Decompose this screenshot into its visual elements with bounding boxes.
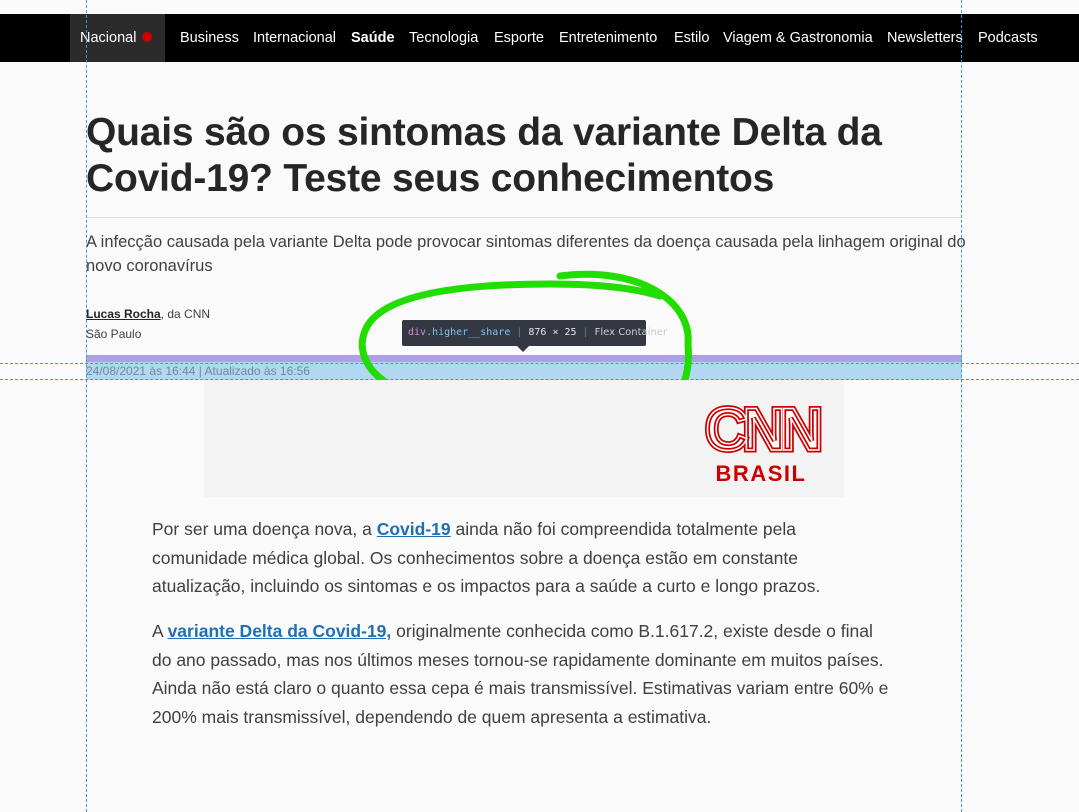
nav-item-newsletters[interactable]: Newsletters xyxy=(887,14,963,62)
divider xyxy=(86,217,962,218)
paragraph-text: Por ser uma doença nova, a xyxy=(152,519,377,539)
cnn-logo-inner-stroke: CNN xyxy=(705,396,820,463)
live-dot-icon xyxy=(142,32,153,43)
article-hero-image: CNN CNN BRASIL xyxy=(204,380,844,497)
devtools-guide-left xyxy=(86,0,87,812)
devtools-tooltip-type: Flex Container xyxy=(594,327,668,338)
author-suffix: , da CNN xyxy=(160,307,211,321)
nav-item-nacional[interactable]: Nacional xyxy=(70,14,165,62)
nav-item-internacional[interactable]: Internacional xyxy=(253,14,336,62)
article-subhead: A infecção causada pela variante Delta p… xyxy=(86,233,966,275)
nav-item-tecnologia[interactable]: Tecnologia xyxy=(409,14,478,62)
nav-item-saude[interactable]: Saúde xyxy=(351,14,395,62)
devtools-highlight-padding xyxy=(86,355,962,362)
nav-item-entretenimento[interactable]: Entretenimento xyxy=(559,14,657,62)
devtools-tooltip-tag: div xyxy=(408,327,427,338)
article-paragraph-1: Por ser uma doença nova, a Covid-19 aind… xyxy=(152,515,892,601)
devtools-guide-right xyxy=(961,0,962,812)
devtools-tooltip-separator: | xyxy=(582,327,589,338)
devtools-guide-top xyxy=(0,363,1079,364)
nav-item-viagem-gastronomia[interactable]: Viagem & Gastronomia xyxy=(723,14,873,62)
author-link[interactable]: Lucas Rocha xyxy=(86,307,161,321)
nav-item-esporte[interactable]: Esporte xyxy=(494,14,544,62)
nav-item-label: Nacional xyxy=(80,30,137,46)
cnn-logo-brasil: BRASIL xyxy=(716,461,807,484)
nav-item-business[interactable]: Business xyxy=(180,14,239,62)
cnn-brasil-logo: CNN CNN BRASIL xyxy=(703,394,829,485)
devtools-tooltip-size: 876 × 25 xyxy=(528,327,577,338)
article-title: Quais são os sintomas da variante Delta … xyxy=(86,110,966,202)
devtools-tooltip: div.higher__share | 876 × 25 | Flex Containe… xyxy=(402,320,667,346)
devtools-tooltip-arrow xyxy=(517,346,529,352)
article-title-line2: Covid-19? Teste seus conhecimentos xyxy=(86,157,775,200)
variante-delta-link[interactable]: variante Delta da Covid-19, xyxy=(168,621,392,641)
covid-19-link[interactable]: Covid-19 xyxy=(377,519,451,539)
paragraph-text: A xyxy=(152,621,168,641)
nav-item-estilo[interactable]: Estilo xyxy=(674,14,709,62)
nav-item-podcasts[interactable]: Podcasts xyxy=(978,14,1038,62)
article-paragraph-2: A variante Delta da Covid-19, originalme… xyxy=(152,617,892,731)
article-title-line1: Quais são os sintomas da variante Delta … xyxy=(86,111,882,154)
top-navigation: Nacional Business Internacional Saúde Te… xyxy=(0,14,1079,62)
byline: Lucas Rocha, da CNN São Paulo xyxy=(86,304,210,344)
devtools-tooltip-class: .higher__share xyxy=(426,327,511,338)
devtools-tooltip-separator: | xyxy=(516,327,523,338)
byline-location: São Paulo xyxy=(86,327,142,341)
article-dateline: 24/08/2021 às 16:44 | Atualizado às 16:5… xyxy=(86,364,310,378)
